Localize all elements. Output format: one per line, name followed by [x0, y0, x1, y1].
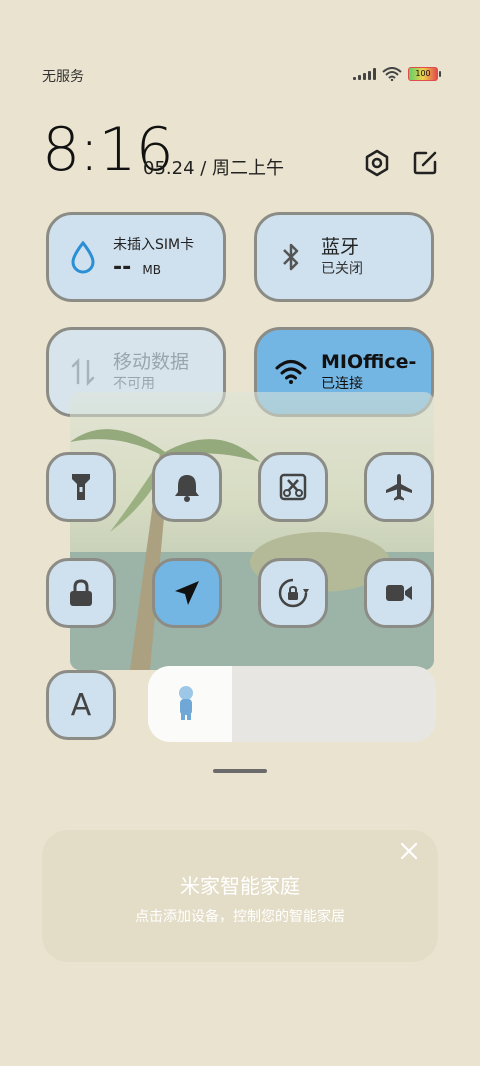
bluetooth-status: 已关闭 [321, 261, 363, 277]
video-icon [386, 585, 412, 601]
font-icon: A [70, 687, 92, 723]
settings-icon[interactable] [362, 148, 392, 178]
flashlight-toggle[interactable] [46, 452, 116, 522]
airplane-icon [386, 474, 412, 501]
panel-drag-handle[interactable] [213, 769, 267, 773]
mijia-card[interactable]: 米家智能家庭 点击添加设备，控制您的智能家居 [42, 830, 438, 962]
lock-icon [70, 579, 92, 606]
wifi-network-name: MIOffice- [321, 351, 417, 373]
palm-scene-illustration [70, 392, 434, 670]
mobile-data-usage-tile[interactable]: 未插入SIM卡 -- MB [46, 212, 226, 302]
screenshot-toggle[interactable] [258, 452, 328, 522]
wifi-status: 已连接 [321, 376, 363, 392]
edit-icon[interactable] [410, 148, 440, 178]
sim-status-label: 未插入SIM卡 [113, 236, 195, 253]
data-usage-value: -- [113, 254, 132, 280]
battery-icon: 100 [408, 67, 441, 81]
carrier-status: 无服务 [42, 69, 84, 85]
mobile-data-status: 不可用 [113, 376, 155, 392]
bluetooth-icon [283, 243, 299, 271]
rotation-lock-icon [278, 578, 309, 608]
mobile-data-icon [71, 357, 95, 387]
mijia-title: 米家智能家庭 [180, 874, 300, 898]
mobile-data-label: 移动数据 [113, 351, 190, 373]
data-usage-unit: MB [142, 262, 161, 277]
screen-record-toggle[interactable] [364, 558, 434, 628]
flashlight-icon [72, 474, 90, 500]
clock-date: 05.24 / 周二上午 [143, 158, 285, 179]
mijia-subtitle: 点击添加设备，控制您的智能家居 [135, 909, 345, 925]
water-drop-icon [71, 240, 95, 274]
signal-icon [353, 68, 376, 80]
location-icon [175, 581, 199, 605]
lock-screen-toggle[interactable] [46, 558, 116, 628]
ring-toggle[interactable] [152, 452, 222, 522]
location-toggle[interactable] [152, 558, 222, 628]
brightness-slider[interactable] [148, 666, 436, 742]
wifi-status-icon [382, 67, 402, 81]
rotation-lock-toggle[interactable] [258, 558, 328, 628]
close-icon[interactable] [398, 840, 420, 862]
font-size-toggle[interactable]: A [46, 670, 116, 740]
bluetooth-label: 蓝牙 [321, 236, 360, 258]
airplane-mode-toggle[interactable] [364, 452, 434, 522]
bell-icon [175, 475, 199, 502]
status-icons: 100 [353, 67, 441, 81]
bluetooth-tile[interactable]: 蓝牙 已关闭 [254, 212, 434, 302]
screenshot-icon [279, 473, 307, 501]
wifi-icon [275, 360, 307, 384]
brightness-character-icon [179, 686, 193, 720]
